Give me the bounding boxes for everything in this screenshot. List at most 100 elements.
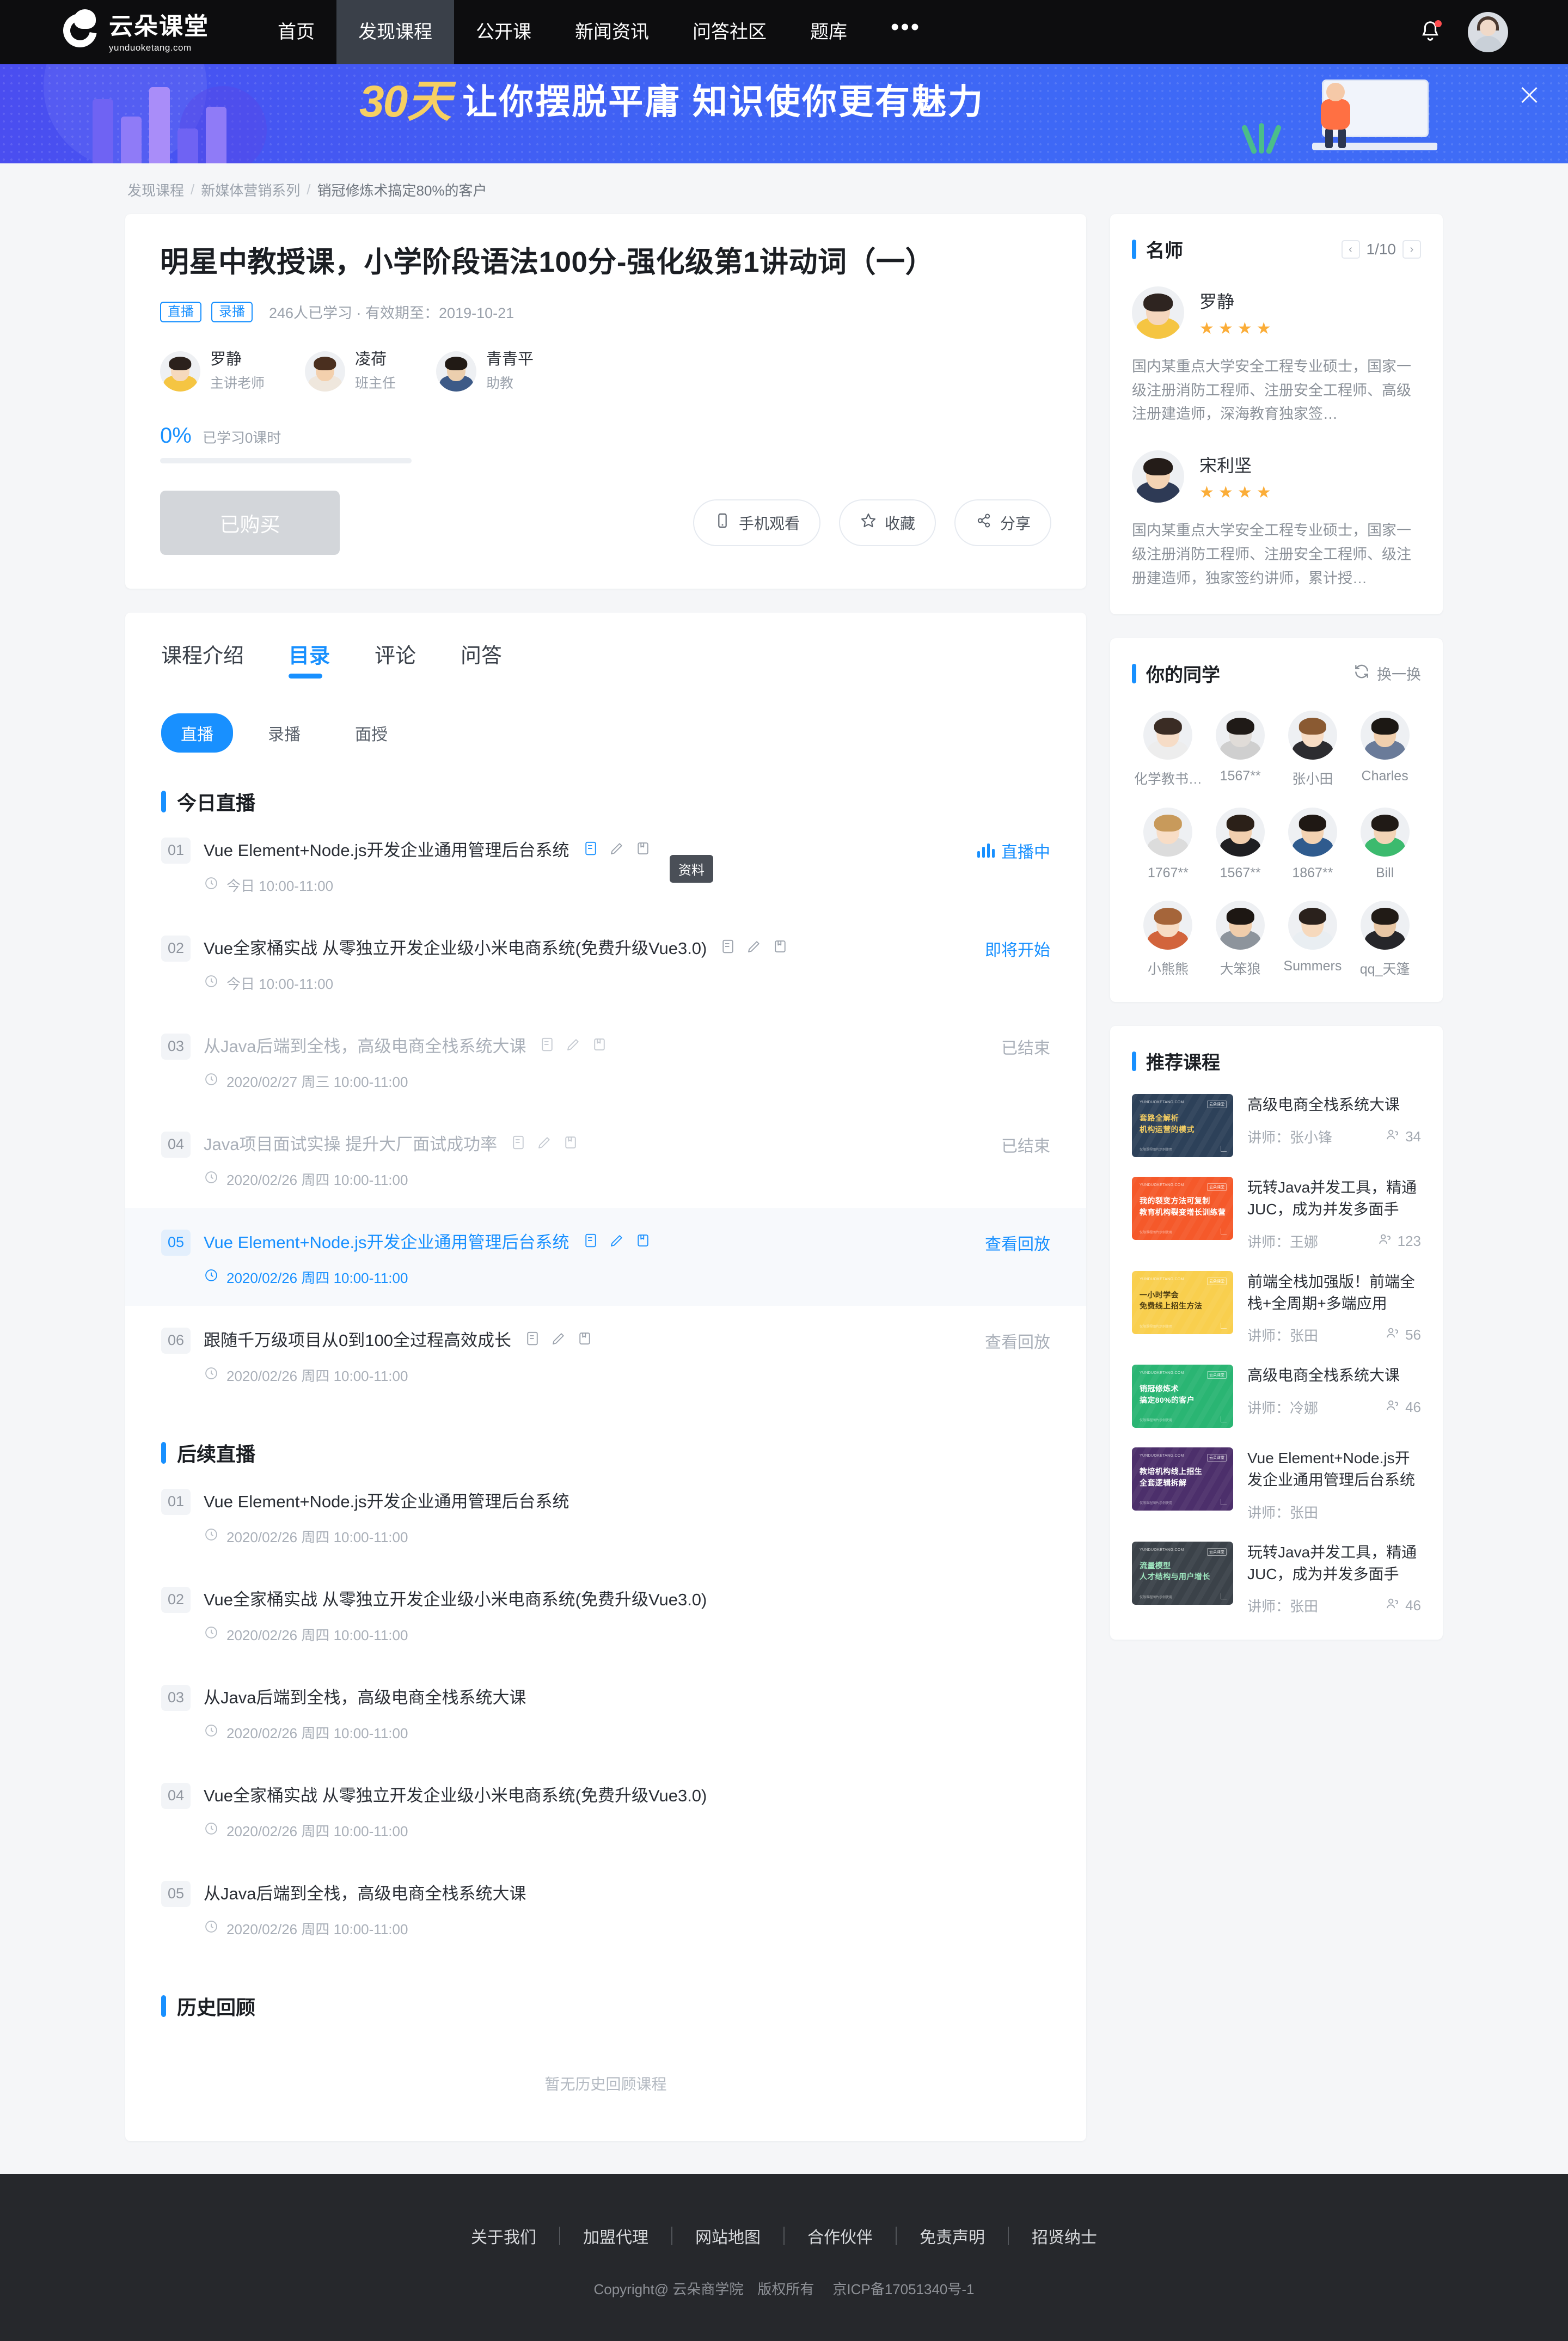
note-icon[interactable]	[635, 1232, 651, 1249]
close-icon[interactable]	[1517, 83, 1542, 108]
doc-icon[interactable]	[510, 1134, 526, 1151]
site-logo[interactable]: 云朵课堂 yunduoketang.com	[56, 7, 223, 57]
note-icon[interactable]	[635, 840, 651, 857]
lesson-row[interactable]: 01 Vue Element+Node.js开发企业通用管理后台系统 2020/02…	[125, 1467, 1086, 1565]
status-badge[interactable]: 查看回放	[985, 1327, 1050, 1353]
classmate-item[interactable]: Bill	[1349, 808, 1421, 881]
footer-link-2[interactable]: 网站地图	[672, 2224, 783, 2248]
pen-icon[interactable]	[565, 1036, 581, 1053]
action-手机观看[interactable]: 手机观看	[693, 499, 820, 546]
status-badge[interactable]: 即将开始	[985, 934, 1050, 961]
pen-icon[interactable]	[609, 1232, 625, 1249]
footer-link-1[interactable]: 加盟代理	[560, 2224, 671, 2248]
note-icon[interactable]	[577, 1330, 593, 1347]
footer-link-0[interactable]: 关于我们	[448, 2224, 559, 2248]
recommended-course-item[interactable]: YUNDUOKETANG.COM 云朵课堂 我的裂变方法可复制 教育机构裂变增长训…	[1132, 1177, 1421, 1251]
pen-icon[interactable]	[536, 1134, 553, 1151]
note-icon[interactable]	[772, 938, 788, 955]
doc-icon[interactable]	[583, 1232, 599, 1249]
classmate-item[interactable]: Summers	[1277, 901, 1349, 978]
notification-bell-icon[interactable]	[1418, 19, 1443, 45]
doc-icon[interactable]	[583, 840, 599, 857]
action-分享[interactable]: 分享	[954, 499, 1051, 546]
nav-item-4[interactable]: 问答社区	[671, 0, 788, 64]
teacher-item[interactable]: 凌荷 班主任	[305, 351, 396, 392]
status-badge[interactable]: 直播中	[977, 836, 1050, 863]
classmate-item[interactable]: 化学教书…	[1132, 711, 1204, 788]
recommended-course-item[interactable]: YUNDUOKETANG.COM 云朵课堂 套路全解析 机构运营的模式 仅限课程图…	[1132, 1094, 1421, 1158]
lesson-row[interactable]: 03 从Java后端到全栈，高级电商全栈系统大课 2020/02/26 周四 10:…	[125, 1663, 1086, 1761]
tab-3[interactable]: 问答	[461, 639, 529, 683]
doc-icon[interactable]	[539, 1036, 555, 1053]
status-badge[interactable]: 已结束	[1001, 1130, 1050, 1157]
lesson-row[interactable]: 03 从Java后端到全栈，高级电商全栈系统大课 2020/02/27 周三 10:…	[125, 1012, 1086, 1110]
breadcrumb-item-0[interactable]: 发现课程	[127, 180, 184, 200]
lesson-row[interactable]: 04 Java项目面试实操 提升大厂面试成功率 2020/02/26 周四 10:0…	[125, 1110, 1086, 1208]
footer-link-3[interactable]: 合作伙伴	[785, 2224, 896, 2248]
pen-icon[interactable]	[609, 840, 625, 857]
action-收藏[interactable]: 收藏	[838, 499, 936, 546]
nav-item-6[interactable]: •••	[869, 0, 942, 64]
note-icon[interactable]	[591, 1036, 608, 1053]
nav-links: 首页 发现课程 公开课 新闻资讯 问答社区 题库 •••	[256, 0, 942, 64]
purchase-button[interactable]: 已购买	[160, 490, 340, 555]
tab-1[interactable]: 目录	[289, 639, 357, 683]
filter-pill-0[interactable]: 直播	[161, 713, 233, 753]
lesson-row[interactable]: 05 Vue Element+Node.js开发企业通用管理后台系统 2020/02…	[125, 1207, 1086, 1306]
people-icon	[1377, 1232, 1392, 1251]
teacher-item[interactable]: 罗静 主讲老师	[160, 351, 265, 392]
classmate-item[interactable]: qq_天篷	[1349, 901, 1421, 978]
classmate-item[interactable]: 小熊熊	[1132, 901, 1204, 978]
famous-teacher-card[interactable]: 宋利坚 ★ ★ ★ ★ 国内某重点大学安全工程专业硕士，国家一级注册消防工程师、注册安全工…	[1132, 450, 1421, 590]
footer-link-5[interactable]: 招贤纳士	[1009, 2224, 1120, 2248]
classmate-item[interactable]: 大笨狼	[1204, 901, 1277, 978]
lesson-row[interactable]: 04 Vue全家桶实战 从零独立开发企业级小米电商系统(免费升级Vue3.0) 20…	[125, 1761, 1086, 1859]
course-teacher: 讲师：张田	[1247, 1598, 1319, 1615]
nav-item-1[interactable]: 发现课程	[336, 0, 454, 64]
nav-item-5[interactable]: 题库	[788, 0, 869, 64]
lesson-row[interactable]: 02 Vue全家桶实战 从零独立开发企业级小米电商系统(免费升级Vue3.0) 今日…	[125, 914, 1086, 1012]
classmate-item[interactable]: Charles	[1349, 711, 1421, 788]
breadcrumb-item-1[interactable]: 新媒体营销系列	[201, 180, 300, 200]
tab-0[interactable]: 课程介绍	[161, 639, 271, 683]
user-avatar[interactable]	[1468, 12, 1508, 52]
classmate-name: qq_天篷	[1359, 962, 1410, 977]
classmate-item[interactable]: 1567**	[1204, 711, 1277, 788]
status-badge[interactable]: 查看回放	[985, 1228, 1050, 1255]
status-label: 已结束	[1001, 1039, 1050, 1058]
next-page-button[interactable]: ›	[1402, 240, 1421, 259]
classmate-item[interactable]: 1867**	[1277, 808, 1349, 881]
prev-page-button[interactable]: ‹	[1341, 240, 1360, 259]
lesson-row[interactable]: 05 从Java后端到全栈，高级电商全栈系统大课 2020/02/26 周四 10:…	[125, 1859, 1086, 1957]
recommended-course-item[interactable]: YUNDUOKETANG.COM 云朵课堂 教培机构线上招生 全套逻辑拆解 仅限课…	[1132, 1447, 1421, 1522]
lesson-title: Java项目面试实操 提升大厂面试成功率	[204, 1134, 498, 1154]
recommended-course-item[interactable]: YUNDUOKETANG.COM 云朵课堂 一小时学会 免费线上招生方法 仅限课程…	[1132, 1270, 1421, 1346]
footer-link-4[interactable]: 免责声明	[897, 2224, 1008, 2248]
nav-item-2[interactable]: 公开课	[454, 0, 553, 64]
classmate-item[interactable]: 1567**	[1204, 808, 1277, 881]
refresh-classmates-button[interactable]: 换一换	[1353, 663, 1421, 684]
recommended-course-item[interactable]: YUNDUOKETANG.COM 云朵课堂 销冠修炼术 搞定80%的客户 仅限课程…	[1132, 1365, 1421, 1428]
tab-2[interactable]: 评论	[375, 639, 443, 683]
classmate-item[interactable]: 1767**	[1132, 808, 1204, 881]
clock-icon	[204, 1625, 219, 1644]
doc-icon[interactable]	[524, 1330, 541, 1347]
famous-teacher-card[interactable]: 罗静 ★ ★ ★ ★ 国内某重点大学安全工程专业硕士，国家一级注册消防工程师、注册安全工程…	[1132, 286, 1421, 426]
promo-banner[interactable]: 30天 让你摆脱平庸 知识使你更有魅力	[0, 64, 1568, 163]
lesson-number: 01	[161, 1488, 191, 1515]
lesson-row[interactable]: 02 Vue全家桶实战 从零独立开发企业级小米电商系统(免费升级Vue3.0) 20…	[125, 1565, 1086, 1663]
filter-pill-1[interactable]: 录播	[248, 713, 320, 753]
pen-icon[interactable]	[746, 938, 762, 955]
recommended-course-item[interactable]: YUNDUOKETANG.COM 云朵课堂 流量模型 人才结构与用户增长 仅限课程…	[1132, 1541, 1421, 1616]
teacher-item[interactable]: 青青平 助教	[436, 351, 534, 392]
lesson-row[interactable]: 01 Vue Element+Node.js开发企业通用管理后台系统 今日 10:0…	[125, 816, 1086, 914]
status-badge[interactable]: 已结束	[1001, 1032, 1050, 1059]
lesson-row[interactable]: 06 跟随千万级项目从0到100全过程高效成长 2020/02/26 周四 10:0…	[125, 1306, 1086, 1404]
pen-icon[interactable]	[550, 1330, 567, 1347]
nav-item-3[interactable]: 新闻资讯	[553, 0, 671, 64]
filter-pill-2[interactable]: 面授	[335, 713, 407, 753]
classmate-item[interactable]: 张小田	[1277, 711, 1349, 788]
note-icon[interactable]	[562, 1134, 579, 1151]
nav-item-0[interactable]: 首页	[256, 0, 336, 64]
doc-icon[interactable]	[720, 938, 736, 955]
